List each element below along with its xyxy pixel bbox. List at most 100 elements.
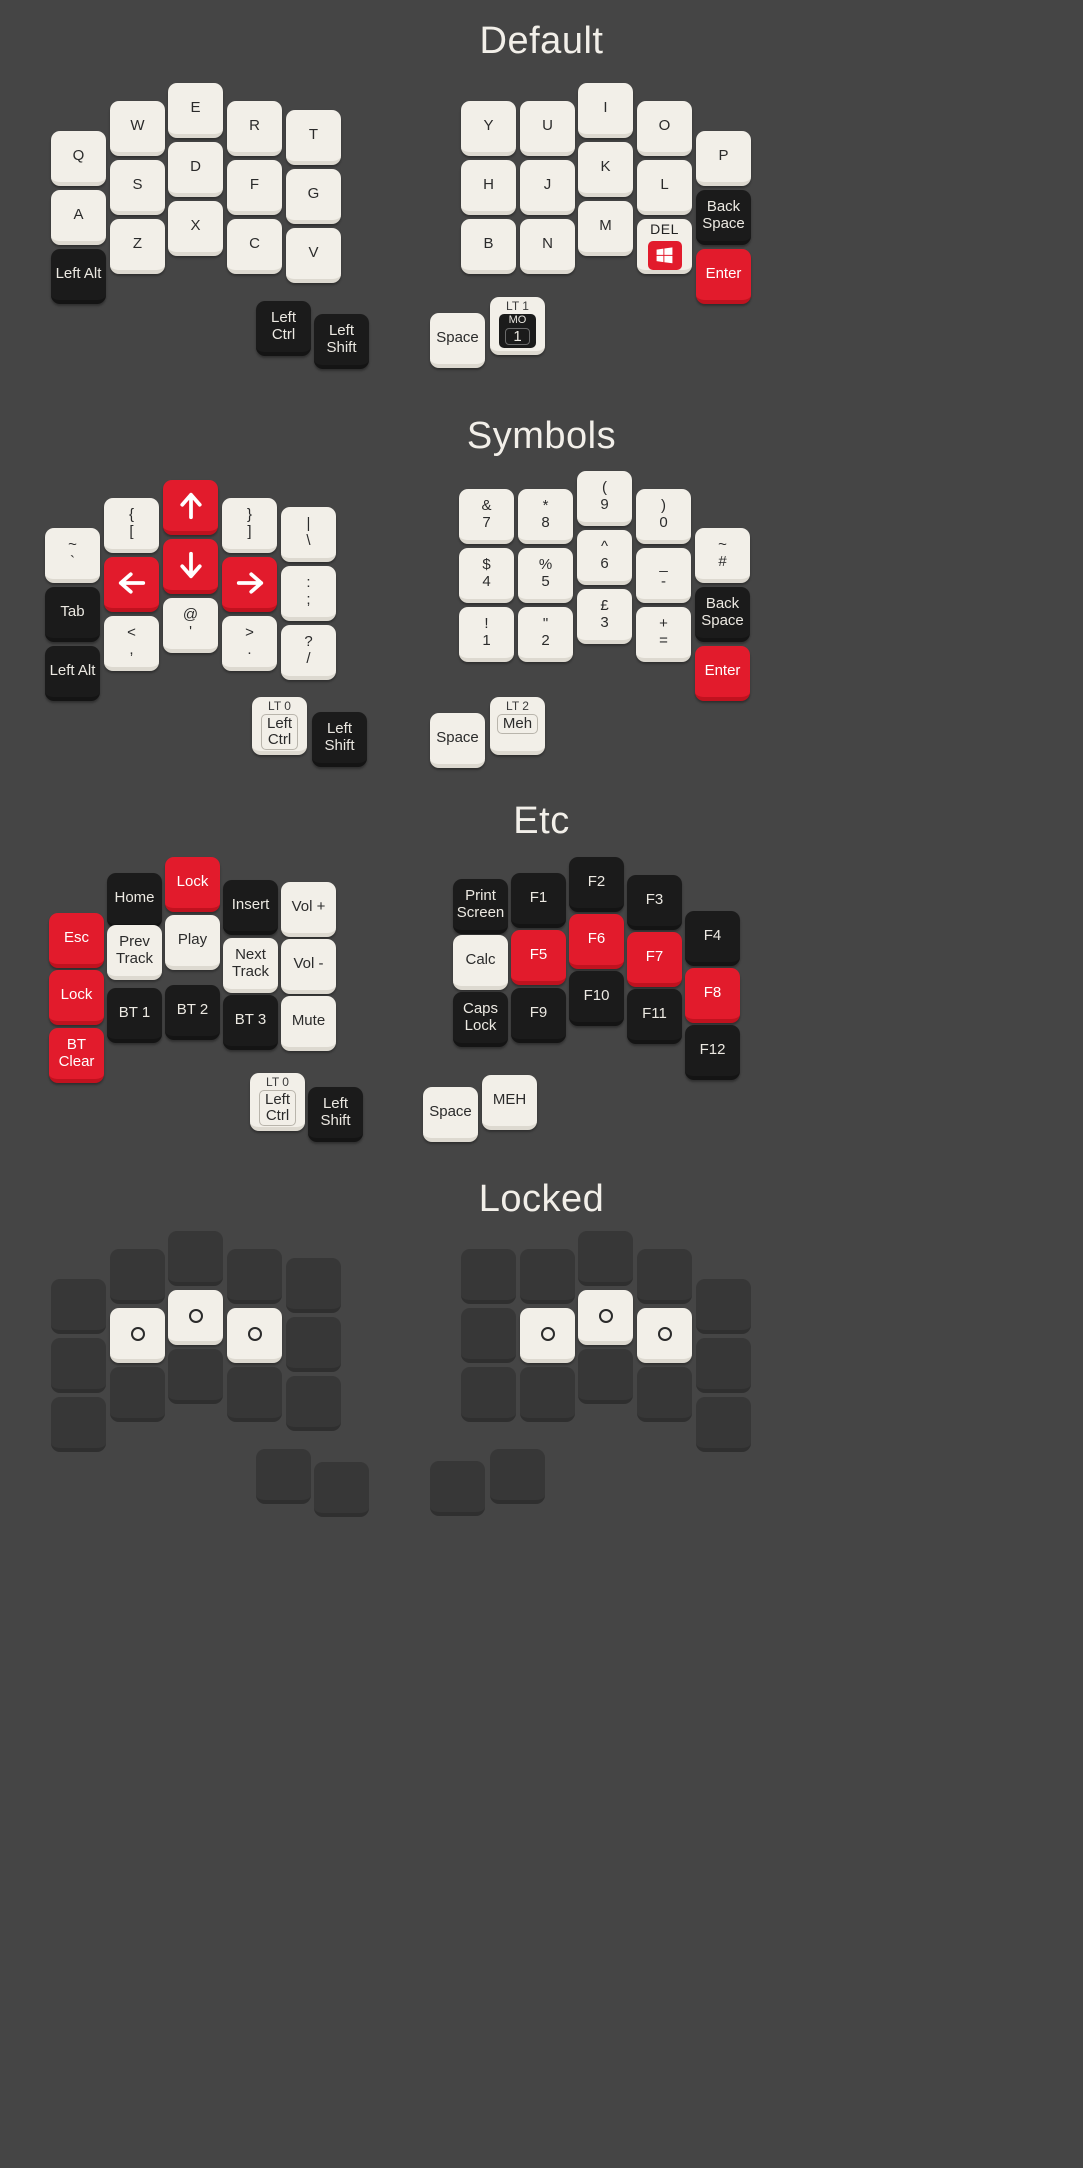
key-r[interactable]: R <box>227 101 282 156</box>
key-c[interactable]: C <box>227 219 282 274</box>
key-space[interactable]: Space <box>430 713 485 768</box>
key-lt0-left-ctrl[interactable]: LT 0 Left Ctrl <box>250 1073 305 1131</box>
key-b[interactable]: B <box>461 219 516 274</box>
key-o[interactable]: O <box>637 101 692 156</box>
key-del-windows[interactable]: DEL <box>637 219 692 274</box>
key-g[interactable]: G <box>286 169 341 224</box>
key-f8[interactable]: F8 <box>685 968 740 1023</box>
key-amp-7[interactable]: & 7 <box>459 489 514 544</box>
key-tilde-hash[interactable]: ~ # <box>695 528 750 583</box>
key-arrow-up[interactable] <box>163 480 218 535</box>
key-v[interactable]: V <box>286 228 341 283</box>
key-plus-equals[interactable]: + = <box>636 607 691 662</box>
key-left-shift[interactable]: Left Shift <box>314 314 369 369</box>
key-left-alt[interactable]: Left Alt <box>51 249 106 304</box>
key-a[interactable]: A <box>51 190 106 245</box>
key-home[interactable]: Home <box>107 873 162 928</box>
key-bt-3[interactable]: BT 3 <box>223 995 278 1050</box>
key-enter[interactable]: Enter <box>696 249 751 304</box>
key-w[interactable]: W <box>110 101 165 156</box>
key-print-screen[interactable]: Print Screen <box>453 879 508 934</box>
key-f7[interactable]: F7 <box>627 932 682 987</box>
key-t[interactable]: T <box>286 110 341 165</box>
key-paren-close-0[interactable]: ) 0 <box>636 489 691 544</box>
key-lt1-mo1[interactable]: LT 1 MO 1 <box>490 297 545 355</box>
key-asterisk-8[interactable]: * 8 <box>518 489 573 544</box>
key-locked-o[interactable] <box>168 1290 223 1345</box>
key-mute[interactable]: Mute <box>281 996 336 1051</box>
key-f2[interactable]: F2 <box>569 857 624 912</box>
key-lock-2[interactable]: Lock <box>165 857 220 912</box>
key-calc[interactable]: Calc <box>453 935 508 990</box>
key-caps-lock[interactable]: Caps Lock <box>453 992 508 1047</box>
key-esc[interactable]: Esc <box>49 913 104 968</box>
key-i[interactable]: I <box>578 83 633 138</box>
key-d[interactable]: D <box>168 142 223 197</box>
key-n[interactable]: N <box>520 219 575 274</box>
key-arrow-right[interactable] <box>222 557 277 612</box>
key-at-quote[interactable]: @ ' <box>163 598 218 653</box>
key-percent-5[interactable]: % 5 <box>518 548 573 603</box>
key-e[interactable]: E <box>168 83 223 138</box>
key-f4[interactable]: F4 <box>685 911 740 966</box>
key-enter[interactable]: Enter <box>695 646 750 701</box>
key-f[interactable]: F <box>227 160 282 215</box>
key-left-shift[interactable]: Left Shift <box>312 712 367 767</box>
key-f1[interactable]: F1 <box>511 873 566 928</box>
key-left-shift[interactable]: Left Shift <box>308 1087 363 1142</box>
key-back-space[interactable]: Back Space <box>695 587 750 642</box>
key-vol-down[interactable]: Vol - <box>281 939 336 994</box>
key-question-slash[interactable]: ? / <box>281 625 336 680</box>
key-q[interactable]: Q <box>51 131 106 186</box>
key-arrow-down[interactable] <box>163 539 218 594</box>
key-bt-2[interactable]: BT 2 <box>165 985 220 1040</box>
key-pound-3[interactable]: £3 <box>577 589 632 644</box>
key-locked-o[interactable] <box>578 1290 633 1345</box>
key-colon-semicolon[interactable]: :; <box>281 566 336 621</box>
key-insert[interactable]: Insert <box>223 880 278 935</box>
key-f3[interactable]: F3 <box>627 875 682 930</box>
key-l[interactable]: L <box>637 160 692 215</box>
key-next-track[interactable]: Next Track <box>223 938 278 993</box>
key-play[interactable]: Play <box>165 915 220 970</box>
key-excl-1[interactable]: ! 1 <box>459 607 514 662</box>
key-p[interactable]: P <box>696 131 751 186</box>
key-caret-6[interactable]: ^ 6 <box>577 530 632 585</box>
key-f5[interactable]: F5 <box>511 930 566 985</box>
key-x[interactable]: X <box>168 201 223 256</box>
key-h[interactable]: H <box>461 160 516 215</box>
key-tilde-grave[interactable]: ~ ` <box>45 528 100 583</box>
key-pipe-backslash[interactable]: | \ <box>281 507 336 562</box>
key-f6[interactable]: F6 <box>569 914 624 969</box>
key-m[interactable]: M <box>578 201 633 256</box>
key-u[interactable]: U <box>520 101 575 156</box>
key-space[interactable]: Space <box>423 1087 478 1142</box>
key-z[interactable]: Z <box>110 219 165 274</box>
key-locked-o[interactable] <box>637 1308 692 1363</box>
key-lock[interactable]: Lock <box>49 970 104 1025</box>
key-lt2-meh[interactable]: LT 2 Meh <box>490 697 545 755</box>
key-meh[interactable]: MEH <box>482 1075 537 1130</box>
key-lt0-left-ctrl[interactable]: LT 0 Left Ctrl <box>252 697 307 755</box>
key-f12[interactable]: F12 <box>685 1025 740 1080</box>
key-bt-clear[interactable]: BT Clear <box>49 1028 104 1083</box>
key-j[interactable]: J <box>520 160 575 215</box>
key-arrow-left[interactable] <box>104 557 159 612</box>
key-locked-o[interactable] <box>110 1308 165 1363</box>
key-underscore-dash[interactable]: _ - <box>636 548 691 603</box>
key-f9[interactable]: F9 <box>511 988 566 1043</box>
key-f10[interactable]: F10 <box>569 971 624 1026</box>
key-left-ctrl[interactable]: Left Ctrl <box>256 301 311 356</box>
key-prev-track[interactable]: Prev Track <box>107 925 162 980</box>
key-back-space[interactable]: Back Space <box>696 190 751 245</box>
key-tab[interactable]: Tab <box>45 587 100 642</box>
key-f11[interactable]: F11 <box>627 989 682 1044</box>
key-greater-period[interactable]: >. <box>222 616 277 671</box>
key-vol-up[interactable]: Vol + <box>281 882 336 937</box>
key-dollar-4[interactable]: $4 <box>459 548 514 603</box>
key-left-alt[interactable]: Left Alt <box>45 646 100 701</box>
key-brace-bracket-right[interactable]: }] <box>222 498 277 553</box>
key-quote-2[interactable]: " 2 <box>518 607 573 662</box>
key-y[interactable]: Y <box>461 101 516 156</box>
key-brace-bracket-left[interactable]: {[ <box>104 498 159 553</box>
